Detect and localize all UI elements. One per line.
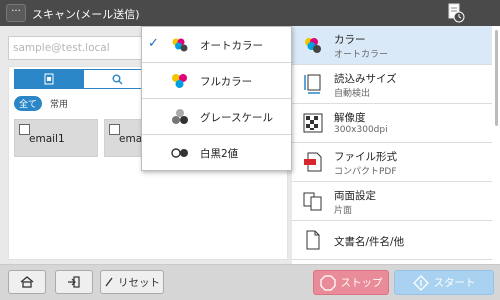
setting-label: 読込みサイズ <box>334 73 397 85</box>
logout-icon <box>68 276 80 288</box>
check-icon: ✓ <box>148 36 159 51</box>
settings-panel: カラー オートカラー 読込みサイズ 自動検出 解像度 300x300dpi ファ… <box>292 26 500 264</box>
file-format-icon <box>304 152 322 172</box>
addressbook-tabs <box>14 69 152 89</box>
auto-color-icon <box>172 38 188 52</box>
setting-value: コンパクトPDF <box>334 167 397 177</box>
grayscale-icon <box>172 109 188 124</box>
setting-value: 片面 <box>334 206 353 216</box>
setting-label: 両面設定 <box>334 190 376 202</box>
scrollbar[interactable] <box>495 30 498 126</box>
document-name-icon <box>306 230 320 250</box>
setting-label: ファイル形式 <box>334 151 397 163</box>
address-entry[interactable]: email1 <box>14 119 98 157</box>
dropdown-item-full-color[interactable]: フルカラー <box>142 63 291 99</box>
filter-common[interactable]: 常用 <box>50 97 68 110</box>
setting-value: オートカラー <box>334 50 389 60</box>
page-title: スキャン(メール送信) <box>32 8 140 21</box>
dropdown-label: オートカラー <box>200 40 263 52</box>
addressbook-icon <box>44 73 53 85</box>
full-color-icon <box>172 74 187 88</box>
filter-all[interactable]: 全て <box>14 96 43 111</box>
setting-document-name[interactable]: 文書名/件名/他 <box>292 221 492 260</box>
black-white-icon <box>171 148 188 158</box>
home-button[interactable] <box>8 270 46 294</box>
home-icon <box>20 276 34 288</box>
search-icon <box>112 74 123 84</box>
reset-icon <box>105 277 113 287</box>
reset-button[interactable]: リセット <box>100 270 164 294</box>
filter-row: 全て 常用 <box>14 96 68 111</box>
logout-button[interactable] <box>55 270 93 294</box>
tab-addressbook[interactable] <box>14 69 83 89</box>
setting-resolution[interactable]: 解像度 300x300dpi <box>292 104 492 143</box>
setting-file-format[interactable]: ファイル形式 コンパクトPDF <box>292 143 492 182</box>
entry-label: email1 <box>29 133 65 145</box>
dropdown-item-black-white[interactable]: 白黒2値 <box>142 135 291 171</box>
dropdown-item-auto-color[interactable]: ✓ オートカラー <box>142 27 291 63</box>
setting-label: カラー <box>334 34 366 46</box>
dropdown-label: フルカラー <box>200 76 253 88</box>
color-icon <box>305 38 321 53</box>
stop-icon <box>319 274 336 291</box>
setting-scan-size[interactable]: 読込みサイズ 自動検出 <box>292 65 492 104</box>
dropdown-item-grayscale[interactable]: グレースケール <box>142 99 291 135</box>
title-bar: ··· スキャン(メール送信) <box>0 0 500 26</box>
start-button[interactable]: スタート <box>394 270 494 295</box>
setting-label: 文書名/件名/他 <box>334 236 405 248</box>
start-icon <box>412 274 429 291</box>
footer-bar: リセット ストップ スタート <box>0 264 500 300</box>
dropdown-label: グレースケール <box>200 112 273 124</box>
setting-label: 解像度 <box>334 112 366 124</box>
dropdown-label: 白黒2値 <box>200 148 239 160</box>
document-clock-icon[interactable] <box>447 3 465 23</box>
menu-button[interactable]: ··· <box>6 4 26 22</box>
color-dropdown: ✓ オートカラー フルカラー グレースケール 白黒2値 <box>141 26 292 171</box>
stop-label: ストップ <box>340 277 383 289</box>
duplex-icon <box>303 192 322 211</box>
setting-duplex[interactable]: 両面設定 片面 <box>292 182 492 221</box>
resolution-icon <box>303 113 323 133</box>
setting-color[interactable]: カラー オートカラー <box>292 26 492 65</box>
scan-size-icon <box>304 74 321 94</box>
reset-label: リセット <box>118 276 160 289</box>
stop-button[interactable]: ストップ <box>313 270 389 295</box>
address-input[interactable]: sample@test.local <box>8 36 162 60</box>
start-label: スタート <box>433 277 476 289</box>
setting-value: 300x300dpi <box>334 125 388 135</box>
setting-value: 自動検出 <box>334 89 371 99</box>
